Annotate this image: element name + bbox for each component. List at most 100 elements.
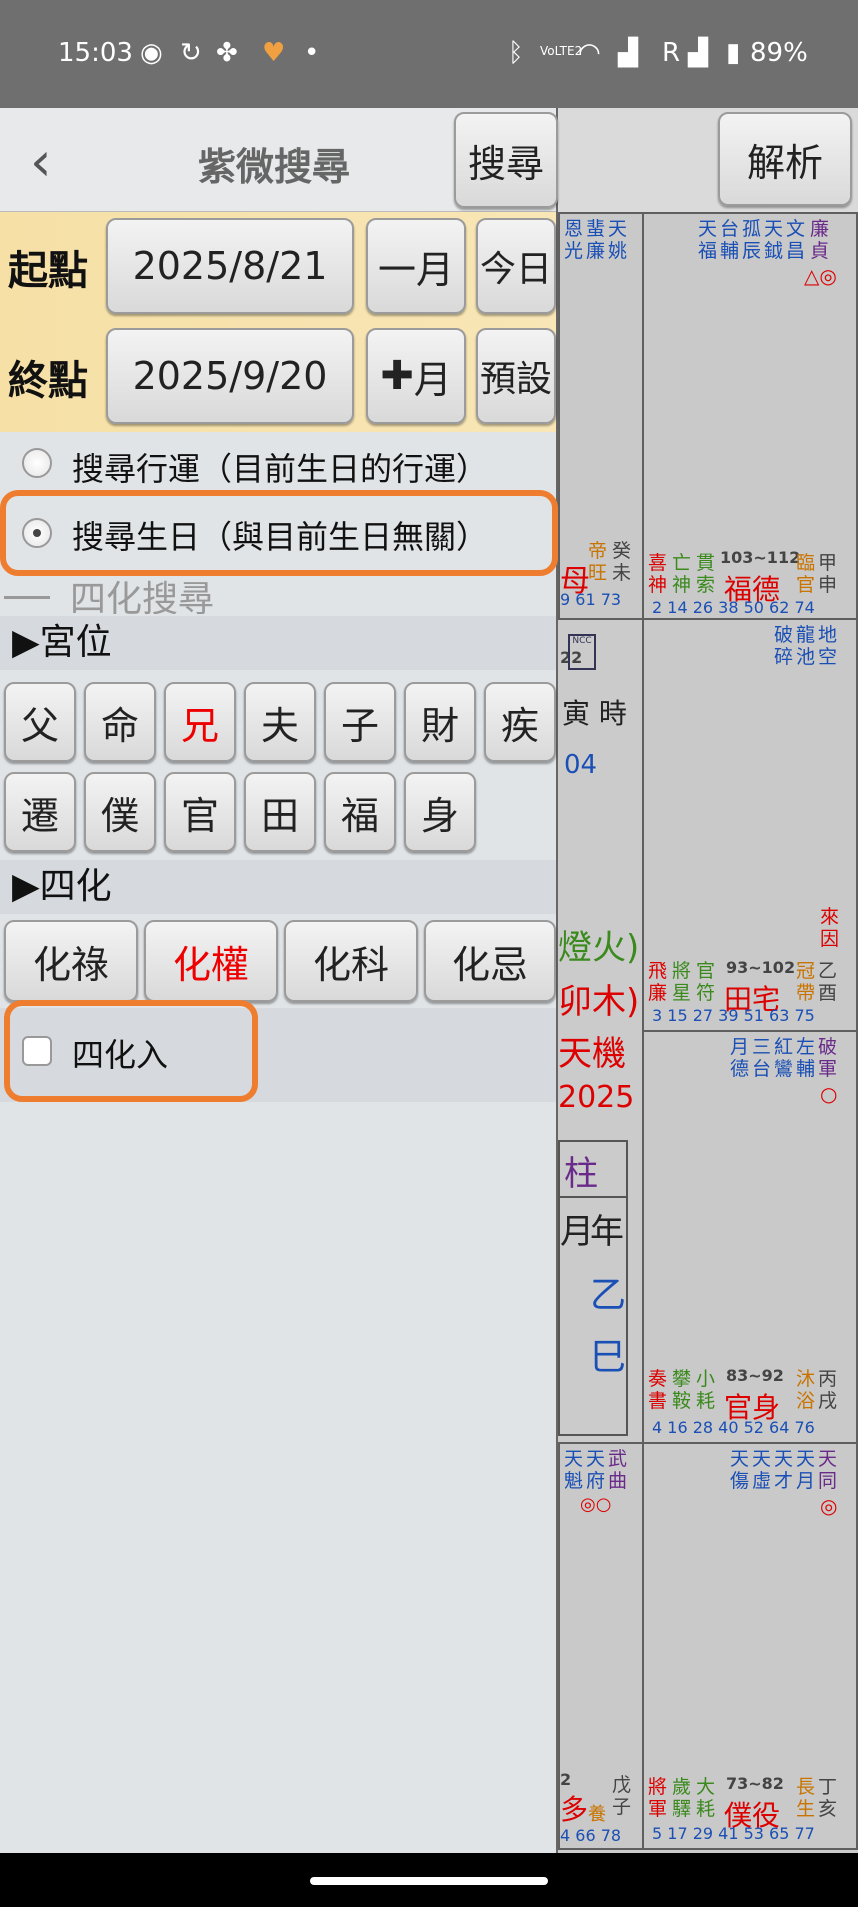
end-label: 終點 [8,358,88,404]
volte-icon: VoLTE2 [540,44,583,58]
sihua-section-title: ▶四化 [0,860,556,914]
palace-button[interactable]: 父 [4,682,76,762]
god: 貫索 [696,552,716,596]
wifi-icon: ◠ [578,38,601,68]
chart-cell-wei[interactable]: 恩光 蜚廉 天姚 22 帝旺 癸未 母 9 61 73 [558,212,644,667]
star-list: 蜚廉 [586,218,606,262]
today-button[interactable]: 今日 [476,218,556,314]
god: 奏書 [648,1368,668,1412]
sihua-ke-button[interactable]: 化科 [284,920,418,1002]
bluetooth-icon: ᛒ [508,38,524,68]
god: 將星 [672,960,692,1004]
radio-birthday[interactable] [22,518,52,548]
star: 天魁 [564,1448,584,1492]
star: 台輔 [720,218,740,262]
age-list: 4 16 28 40 52 64 76 [652,1418,815,1437]
date-range: 起點 2025/8/21 一月 今日 終點 2025/9/20 ✚ 月 預設 [0,212,556,432]
palace-branch: 戊子 [612,1774,632,1818]
chart-cell-xu[interactable]: 月德 三台 紅鸞 左輔 破軍 ○ 奏書 攀鞍 小耗 83~92 官身 沐浴 丙戌… [642,1030,858,1444]
star: 紅鸞 [774,1036,794,1080]
star: 月德 [730,1036,750,1080]
god: 攀鞍 [672,1368,692,1412]
panel-header: ‹ 紫微搜尋 搜尋 [0,108,558,212]
palace-button[interactable]: 田 [244,772,316,852]
element-wood: 卯木) [558,982,640,1022]
status-bar: 15:03 ◉ ↻ ✤ ♥ • ᛒ VoLTE2 ◠ ▟ R ▟ ▮ 89% [0,0,858,108]
star: 天鉞 [764,218,784,262]
palace-button[interactable]: 福 [324,772,396,852]
god: 官符 [696,960,716,1004]
palace-button[interactable]: 官 [164,772,236,852]
sihua-ji-button[interactable]: 化忌 [424,920,556,1002]
plus-month-button[interactable]: ✚ 月 [366,328,466,424]
palace-button[interactable]: 命 [84,682,156,762]
dot-icon: • [304,38,320,68]
sihua-lu-button[interactable]: 化祿 [4,920,138,1002]
god: 飛廉 [648,960,668,1004]
sihua-quan-button[interactable]: 化權 [144,920,278,1002]
age-list: 3 15 27 39 51 63 75 [652,1006,815,1025]
chart-cell-shen[interactable]: 天福 台輔 孤辰 天鉞 文昌 廉貞 △◎ 喜神 亡神 貫索 103~112 福德… [642,212,858,620]
analyze-button[interactable]: 解析 [718,112,852,206]
hour-label: 寅 時 [562,697,627,730]
age-range: 83~92 [726,1366,784,1385]
preset-button[interactable]: 預設 [476,328,556,424]
palace-state: 臨官 [796,552,816,596]
palace-button[interactable]: 財 [404,682,476,762]
status-time: 15:03 [58,38,133,68]
star: 武曲 [608,1448,628,1492]
minus-month-button[interactable]: 一月 [366,218,466,314]
ziwei-chart: 解析 恩光 蜚廉 天姚 22 帝旺 癸未 母 9 61 73 天福 台輔 孤辰 … [558,108,858,1853]
home-indicator[interactable] [310,1877,548,1885]
palace-button[interactable]: 身 [404,772,476,852]
sihua-in-checkbox[interactable] [22,1036,52,1066]
radio-birthday-label[interactable]: 搜尋生日（與目前生日無關） [72,512,488,558]
palace-button[interactable]: 僕 [84,772,156,852]
radio-transit[interactable] [22,448,52,478]
search-panel: ‹ 紫微搜尋 搜尋 起點 2025/8/21 一月 今日 終點 2025/9/2… [0,108,558,1853]
palace-branch: 癸未 [612,540,632,584]
star: 孤辰 [742,218,762,262]
chart-cell-zi[interactable]: 天魁 天府 武曲 ◎○ 2 多 養 戊子 4 66 78 [558,1442,644,1850]
pillar-stem: 乙 [590,1275,627,1316]
minus-month-label: 一月 [377,247,454,292]
back-icon[interactable]: ‹ [30,130,52,193]
star: 天傷 [730,1448,750,1492]
star: 廉貞 [810,218,830,262]
palace-button[interactable]: 兄 [164,682,236,762]
palace-button[interactable]: 疾 [484,682,556,762]
age-range: 103~112 [720,548,801,567]
pillar-table: 柱 月 年 乙 巳 [558,1140,628,1436]
god: 喜神 [648,552,668,596]
fan-icon: ✤ [216,38,238,68]
pillar-header: 柱 [564,1154,598,1194]
start-date-field[interactable]: 2025/8/21 [106,218,354,314]
age-range: 2 [560,1770,572,1789]
roaming-label: R [662,38,681,68]
palace-button[interactable]: 遷 [4,772,76,852]
chart-cell-you[interactable]: 破碎 龍池 地空 來因 飛廉 將星 官符 93~102 田宅 冠帶 乙酉 3 1… [642,618,858,1032]
radio-transit-label[interactable]: 搜尋行運（目前生日的行運） [72,444,488,490]
star: 地空 [818,624,838,668]
palace-state: 沐浴 [796,1368,816,1412]
main-star: 天機 [558,1034,626,1074]
star: 天同 [818,1448,838,1492]
signal-icon: ▟ [618,38,638,68]
star: 天才 [774,1448,794,1492]
palace-button[interactable]: 子 [324,682,396,762]
star: 天福 [698,218,718,262]
heart-icon: ♥ [262,38,286,68]
element-fire: 燈火) [558,928,640,968]
god: 小耗 [696,1368,716,1412]
pillar-divider [560,1196,626,1198]
search-button[interactable]: 搜尋 [454,112,558,208]
plus-month-label: 月 [413,357,452,402]
star: 破軍 [818,1036,838,1080]
sync-icon: ↻ [180,38,202,68]
end-date-field[interactable]: 2025/9/20 [106,328,354,424]
palace-branch: 丙戌 [818,1368,838,1412]
palace-button[interactable]: 夫 [244,682,316,762]
palace-state: 養 [588,1804,606,1825]
chart-cell-hai[interactable]: 天傷 天虛 天才 天月 天同 ◎ 將軍 歲驛 大耗 73~82 僕役 長生 丁亥… [642,1442,858,1850]
sihua-in-label[interactable]: 四化入 [72,1030,168,1076]
